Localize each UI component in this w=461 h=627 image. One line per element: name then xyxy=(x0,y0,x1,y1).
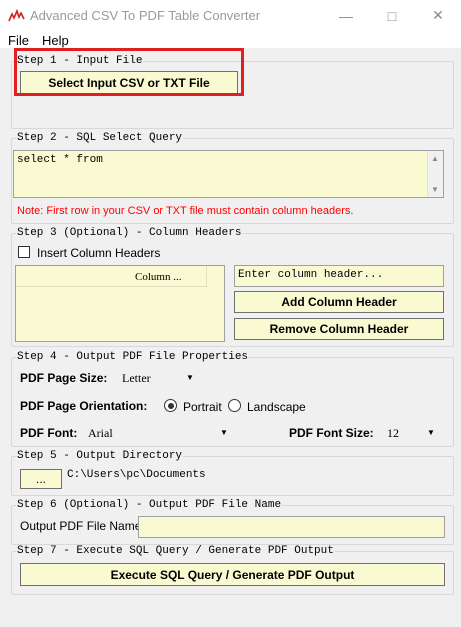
scroll-up-icon[interactable]: ▲ xyxy=(431,154,439,163)
chevron-down-icon[interactable]: ▼ xyxy=(220,428,228,437)
page-size-select[interactable]: Letter ▼ xyxy=(118,367,198,387)
generate-pdf-button[interactable]: Execute SQL Query / Generate PDF Output xyxy=(20,563,445,586)
step3-label: Step 3 (Optional) - Column Headers xyxy=(16,227,243,239)
chevron-down-icon[interactable]: ▼ xyxy=(427,428,435,437)
font-value: Arial xyxy=(88,426,113,440)
column-headers-list[interactable]: Column ... xyxy=(15,265,225,342)
font-label: PDF Font: xyxy=(20,426,78,440)
output-file-name-label: Output PDF File Name: xyxy=(20,519,145,533)
chart-icon xyxy=(8,9,25,22)
remove-column-header-button[interactable]: Remove Column Header xyxy=(234,318,444,340)
orientation-label: PDF Page Orientation: xyxy=(20,399,148,413)
column-header-placeholder: Enter column header... xyxy=(238,269,384,281)
step5-label: Step 5 - Output Directory xyxy=(16,450,184,462)
font-size-select[interactable]: 12 ▼ xyxy=(383,422,439,442)
list-column-header[interactable]: Column ... xyxy=(135,271,181,283)
menu-file[interactable]: File xyxy=(8,33,29,48)
column-header-input[interactable]: Enter column header... xyxy=(234,265,444,287)
menu-bar xyxy=(0,31,461,48)
step4-label: Step 4 - Output PDF File Properties xyxy=(16,351,250,363)
add-column-header-button[interactable]: Add Column Header xyxy=(234,291,444,313)
page-size-value: Letter xyxy=(122,371,151,385)
chevron-down-icon[interactable]: ▼ xyxy=(186,373,194,382)
window-title: Advanced CSV To PDF Table Converter xyxy=(30,8,261,23)
close-icon[interactable]: ✕ xyxy=(415,0,461,31)
landscape-label: Landscape xyxy=(247,400,306,414)
scroll-down-icon[interactable]: ▼ xyxy=(431,185,439,194)
output-directory-path: C:\Users\pc\Documents xyxy=(67,469,206,481)
font-select[interactable]: Arial ▼ xyxy=(84,422,232,442)
landscape-radio[interactable] xyxy=(228,399,241,412)
browse-directory-button[interactable]: ... xyxy=(20,469,62,489)
step7-label: Step 7 - Execute SQL Query / Generate PD… xyxy=(16,545,335,557)
minimize-icon[interactable]: — xyxy=(323,0,369,31)
menu-help[interactable]: Help xyxy=(42,33,69,48)
font-size-label: PDF Font Size: xyxy=(289,426,374,440)
portrait-radio[interactable] xyxy=(164,399,177,412)
page-size-label: PDF Page Size: xyxy=(20,371,108,385)
step2-label: Step 2 - SQL Select Query xyxy=(16,132,184,144)
sql-query-input[interactable]: select * from ▲ ▼ xyxy=(13,150,444,198)
portrait-label: Portrait xyxy=(183,400,222,414)
insert-column-headers-label: Insert Column Headers xyxy=(37,246,161,260)
sql-scrollbar[interactable]: ▲ ▼ xyxy=(427,151,443,197)
output-file-name-input[interactable] xyxy=(138,516,445,538)
maximize-icon[interactable]: □ xyxy=(369,0,415,31)
step6-label: Step 6 (Optional) - Output PDF File Name xyxy=(16,499,283,511)
highlight-box xyxy=(14,48,244,96)
radio-dot xyxy=(167,402,174,409)
sql-query-text: select * from xyxy=(17,154,103,166)
font-size-value: 12 xyxy=(387,426,399,440)
insert-column-headers-checkbox[interactable] xyxy=(18,246,30,258)
step2-note: Note: First row in your CSV or TXT file … xyxy=(17,205,354,217)
